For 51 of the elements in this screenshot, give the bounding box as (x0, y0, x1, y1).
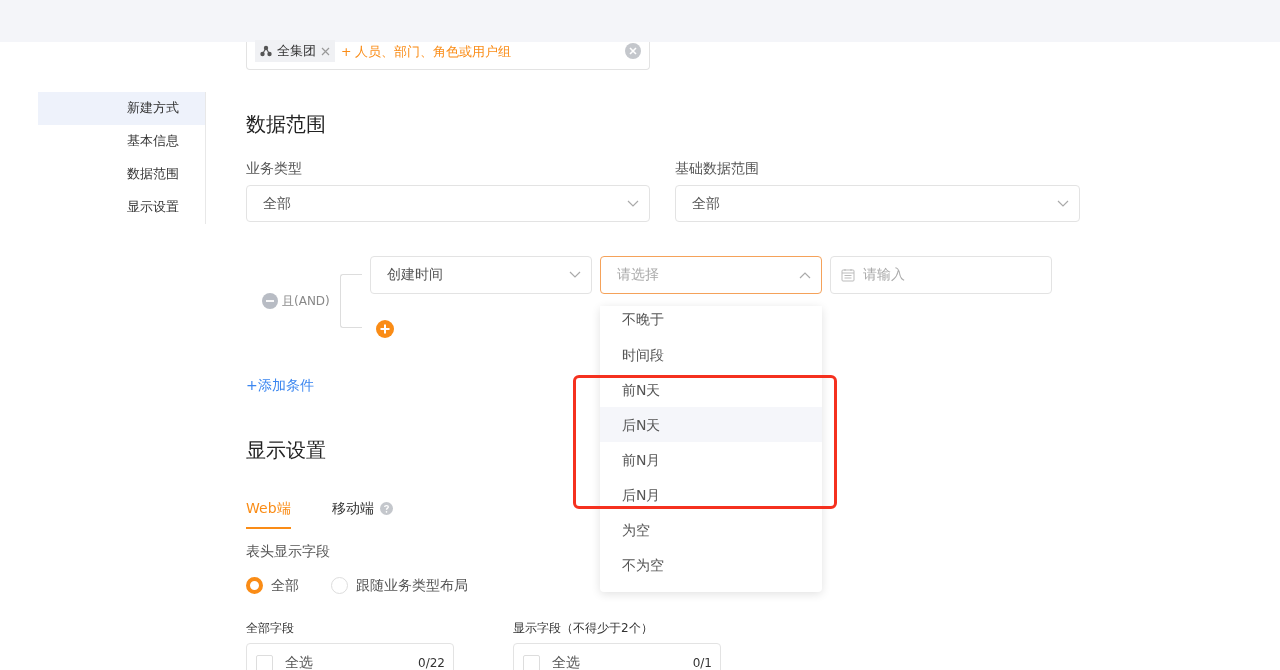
field-label: 基础数据范围 (675, 159, 760, 178)
list-title: 显示字段（不得少于2个） (513, 620, 654, 637)
dropdown-option[interactable]: 后N天 (600, 407, 822, 442)
count-text: 0/22 (418, 656, 445, 670)
sidebar-item[interactable]: 基本信息 (38, 125, 205, 158)
close-icon[interactable] (321, 46, 330, 56)
dropdown-option[interactable]: 不为空 (600, 547, 822, 582)
dropdown-option[interactable]: 前N天 (600, 372, 822, 407)
radio-icon[interactable] (246, 576, 263, 594)
checkbox[interactable] (523, 654, 540, 670)
dropdown-option[interactable]: 时间段 (600, 337, 822, 372)
radio-label: 全部 (271, 576, 299, 595)
sidebar-item[interactable]: 显示设置 (38, 191, 205, 224)
help-icon[interactable] (379, 501, 393, 515)
select-all-label: 全选 (285, 654, 314, 670)
calendar-icon (841, 268, 855, 282)
and-text: 且(AND) (282, 292, 330, 310)
section-title: 数据范围 (246, 111, 326, 138)
add-condition-link[interactable]: +添加条件 (246, 375, 314, 395)
radio-option[interactable]: 跟随业务类型布局 (331, 575, 468, 595)
chevron-icon (627, 199, 639, 208)
dropdown-option[interactable]: 前N月 (600, 442, 822, 477)
field-label: 业务类型 (246, 159, 303, 178)
field-label: 表头显示字段 (246, 542, 330, 561)
checkbox[interactable] (256, 654, 273, 670)
chevron-icon (1057, 199, 1069, 208)
count-text: 0/1 (692, 656, 712, 670)
sidebar-item[interactable]: 数据范围 (38, 158, 205, 191)
member-field[interactable]: 全集团 + 人员、部门、角色或用户组 (246, 42, 650, 70)
logic-label[interactable]: 且(AND) (262, 292, 330, 310)
chevron-icon (799, 271, 811, 279)
org-icon (260, 45, 272, 57)
tag-label: 全集团 (277, 42, 316, 60)
select-field[interactable]: 创建时间 (370, 256, 592, 294)
tab[interactable]: 移动端 (331, 498, 393, 529)
radio-option[interactable]: 全部 (246, 575, 299, 595)
select-all-label: 全选 (552, 654, 581, 670)
select-field[interactable]: 全部 (675, 185, 1080, 222)
minus-icon[interactable] (262, 293, 278, 309)
dropdown-option[interactable]: 后N月 (600, 477, 822, 512)
clear-icon[interactable] (625, 43, 641, 59)
dropdown-option[interactable]: 为空 (600, 512, 822, 547)
bracket-line (339, 274, 362, 328)
select-field[interactable]: 全部 (246, 185, 650, 222)
radio-label: 跟随业务类型布局 (356, 576, 468, 595)
section-title: 显示设置 (246, 437, 326, 464)
chevron-icon (569, 271, 581, 279)
add-icon[interactable] (376, 320, 394, 338)
dropdown-option[interactable]: 不晚于 (600, 306, 822, 337)
list-title: 全部字段 (246, 620, 295, 637)
sidebar-item[interactable]: 新建方式 (38, 92, 205, 125)
